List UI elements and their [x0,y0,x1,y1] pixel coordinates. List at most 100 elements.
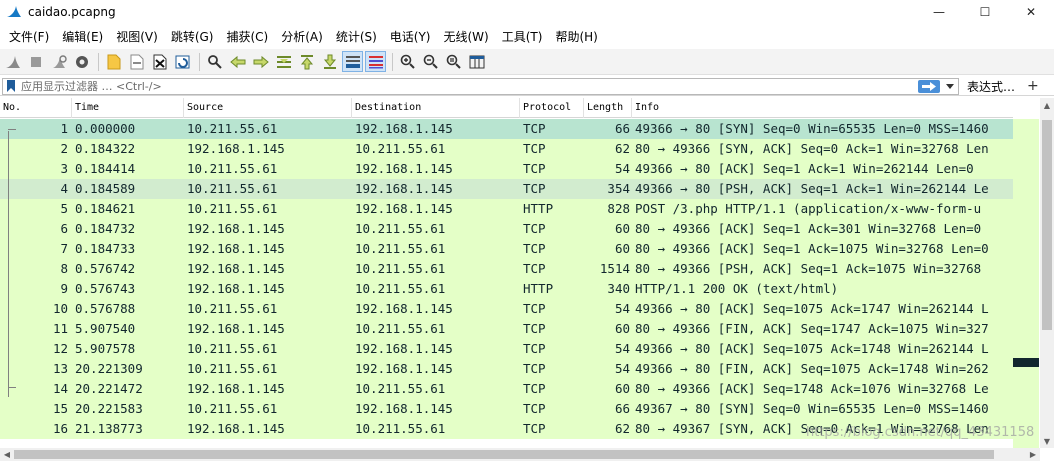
packet-row[interactable]: 2 0.184322 192.168.1.145 10.211.55.61 TCP 62 8… [0,139,1013,159]
cell-destination: 192.168.1.145 [355,341,453,356]
cell-length: 354 [607,181,630,196]
horizontal-scroll-thumb[interactable] [14,450,994,459]
shark-fin-icon[interactable] [2,51,23,72]
close-button[interactable]: ✕ [1008,0,1054,24]
go-to-packet-icon[interactable] [273,51,294,72]
column-header-time[interactable]: Time [72,98,184,118]
cell-info: 80 → 49366 [FIN, ACK] Seq=1747 Ack=1075 … [635,321,989,336]
zoom-out-icon[interactable] [420,51,441,72]
cell-source: 192.168.1.145 [187,281,285,296]
vertical-scroll-thumb[interactable] [1042,120,1052,330]
cell-info: 49366 → 80 [FIN, ACK] Seq=1075 Ack=1748 … [635,361,989,376]
display-filter-input[interactable]: 应用显示过滤器 … <Ctrl-/> [2,77,959,95]
maximize-button[interactable]: ☐ [962,0,1008,24]
cell-destination: 10.211.55.61 [355,261,446,276]
column-header-source[interactable]: Source [184,98,352,118]
packet-list[interactable]: No. Time Source Destination Protocol Len… [0,98,1040,448]
cell-info: 49366 → 80 [SYN] Seq=0 Win=65535 Len=0 M… [635,121,989,136]
scroll-left-icon[interactable]: ◀ [0,448,14,461]
packet-rows: 1 0.000000 10.211.55.61 192.168.1.145 TCP 66 4… [0,119,1013,439]
packet-row[interactable]: 5 0.184621 10.211.55.61 192.168.1.145 HTTP 82… [0,199,1013,219]
cell-protocol: TCP [523,181,546,196]
packet-row[interactable]: 12 5.907578 10.211.55.61 192.168.1.145 TCP 54… [0,339,1013,359]
packet-row[interactable]: 14 20.221472 192.168.1.145 10.211.55.61 TCP 6… [0,379,1013,399]
menu-analyze[interactable]: 分析(A) [276,28,328,45]
cell-source: 10.211.55.61 [187,121,278,136]
find-icon[interactable] [204,51,225,72]
resize-columns-icon[interactable] [466,51,487,72]
cell-length: 54 [614,361,630,376]
title-bar: caidao.pcapng — ☐ ✕ [0,0,1054,24]
scroll-right-icon[interactable]: ▶ [1026,448,1040,461]
horizontal-scrollbar[interactable]: ◀ ▶ [0,448,1040,461]
add-filter-button[interactable]: + [1027,78,1039,94]
minimize-button[interactable]: — [916,0,962,24]
filter-placeholder: 应用显示过滤器 … <Ctrl-/> [21,80,162,93]
auto-scroll-icon[interactable] [342,51,363,72]
menu-edit[interactable]: 编辑(E) [57,28,108,45]
apply-filter-button[interactable] [918,79,940,93]
menu-help[interactable]: 帮助(H) [550,28,602,45]
column-header-protocol[interactable]: Protocol [520,98,584,118]
stop-icon[interactable] [25,51,46,72]
packet-row[interactable]: 15 20.221583 10.211.55.61 192.168.1.145 TCP 6… [0,399,1013,419]
menu-view[interactable]: 视图(V) [111,28,163,45]
colorize-icon[interactable] [365,51,386,72]
column-header-destination[interactable]: Destination [352,98,520,118]
cell-length: 62 [614,141,630,156]
menu-statistics[interactable]: 统计(S) [331,28,382,45]
cell-source: 10.211.55.61 [187,161,278,176]
file-set-icon[interactable] [126,51,147,72]
bookmark-icon[interactable] [4,79,18,94]
menu-file[interactable]: 文件(F) [4,28,54,45]
last-packet-icon[interactable] [319,51,340,72]
packet-row[interactable]: 7 0.184733 192.168.1.145 10.211.55.61 TCP 60 8… [0,239,1013,259]
packet-row[interactable]: 3 0.184414 10.211.55.61 192.168.1.145 TCP 54 4… [0,159,1013,179]
packet-row[interactable]: 13 20.221309 10.211.55.61 192.168.1.145 TCP 5… [0,359,1013,379]
first-packet-icon[interactable] [296,51,317,72]
zoom-in-icon[interactable] [397,51,418,72]
menu-tools[interactable]: 工具(T) [497,28,548,45]
scroll-down-icon[interactable]: ▼ [1040,434,1054,448]
column-header-info[interactable]: Info [632,98,1013,118]
cell-source: 192.168.1.145 [187,321,285,336]
packet-row[interactable]: 11 5.907540 192.168.1.145 10.211.55.61 TCP 60… [0,319,1013,339]
packet-minimap[interactable] [1013,119,1039,448]
cell-destination: 192.168.1.145 [355,201,453,216]
reload-icon[interactable] [172,51,193,72]
menu-telephony[interactable]: 电话(Y) [385,28,436,45]
options-icon[interactable] [71,51,92,72]
expression-button[interactable]: 表达式… [967,78,1015,95]
cell-length: 60 [614,321,630,336]
menu-go[interactable]: 跳转(G) [166,28,219,45]
close-file-icon[interactable] [149,51,170,72]
menu-capture[interactable]: 捕获(C) [221,28,273,45]
column-header-no[interactable]: No. [0,98,72,118]
packet-row[interactable]: 4 0.184589 10.211.55.61 192.168.1.145 TCP 354… [0,179,1013,199]
main-toolbar [0,49,1054,75]
cell-info: 49366 → 80 [PSH, ACK] Seq=1 Ack=1 Win=26… [635,181,989,196]
cell-source: 10.211.55.61 [187,301,278,316]
filter-dropdown-button[interactable] [943,80,956,93]
go-back-icon[interactable] [227,51,248,72]
normal-size-icon[interactable] [443,51,464,72]
menu-wireless[interactable]: 无线(W) [439,28,494,45]
cell-length: 54 [614,341,630,356]
cell-destination: 10.211.55.61 [355,221,446,236]
vertical-scrollbar[interactable]: ▲ ▼ [1040,98,1054,448]
cell-length: 66 [614,401,630,416]
packet-row[interactable]: 8 0.576742 192.168.1.145 10.211.55.61 TCP 151… [0,259,1013,279]
cell-info: 49366 → 80 [ACK] Seq=1075 Ack=1747 Win=2… [635,301,989,316]
cell-length: 60 [614,241,630,256]
go-forward-icon[interactable] [250,51,271,72]
packet-row[interactable]: 9 0.576743 192.168.1.145 10.211.55.61 HTTP 34… [0,279,1013,299]
packet-row[interactable]: 10 0.576788 10.211.55.61 192.168.1.145 TCP 54… [0,299,1013,319]
toolbar-separator [98,52,99,71]
restart-icon[interactable] [48,51,69,72]
packet-list-header: No. Time Source Destination Protocol Len… [0,98,1013,118]
open-file-icon[interactable] [103,51,124,72]
column-header-length[interactable]: Length [584,98,632,118]
packet-row[interactable]: 6 0.184732 192.168.1.145 10.211.55.61 TCP 60 8… [0,219,1013,239]
scroll-up-icon[interactable]: ▲ [1040,98,1054,112]
packet-row[interactable]: 1 0.000000 10.211.55.61 192.168.1.145 TCP 66 4… [0,119,1013,139]
